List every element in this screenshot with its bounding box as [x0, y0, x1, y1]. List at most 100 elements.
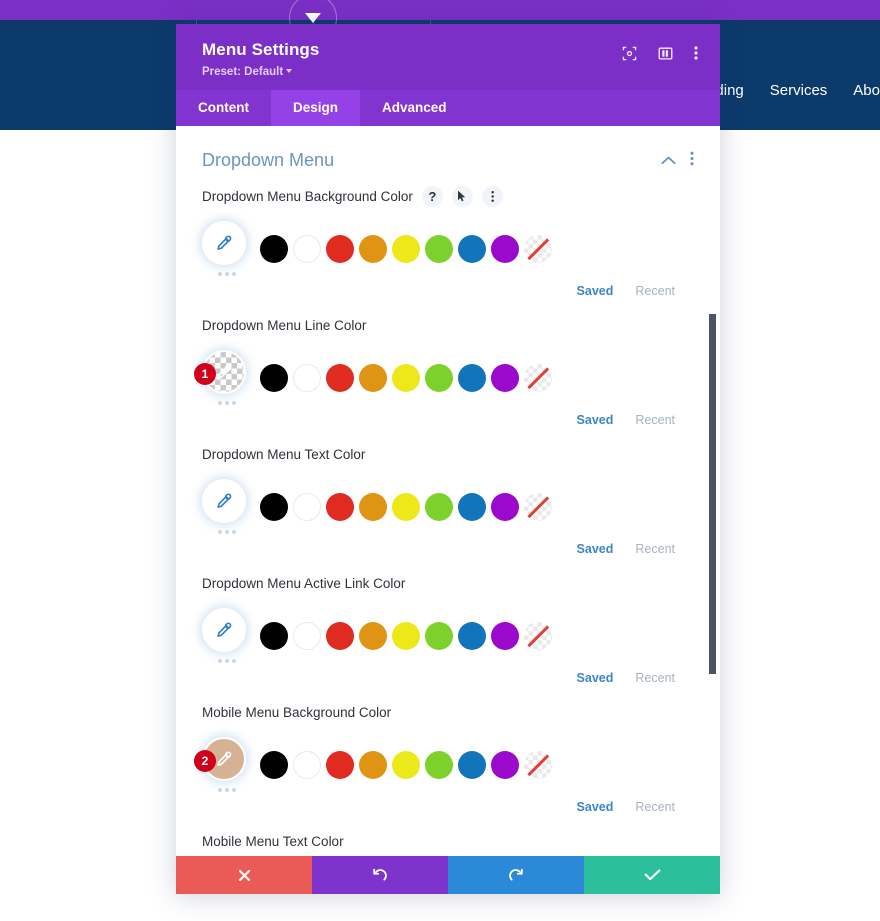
dot [225, 401, 229, 405]
swatch-black[interactable] [260, 621, 288, 650]
swatch-red[interactable] [326, 750, 354, 779]
swatch-orange[interactable] [359, 621, 387, 650]
saved-colors-tab[interactable]: Saved [577, 542, 614, 556]
swatch-row [202, 479, 694, 534]
field-label: Dropdown Menu Active Link Color [202, 575, 406, 591]
save-button[interactable] [584, 856, 720, 894]
check-icon [644, 869, 660, 881]
nav-link-about[interactable]: Abo [853, 82, 880, 99]
eyedropper-button[interactable] [202, 221, 246, 265]
modal-header-actions [622, 45, 698, 66]
swatch-yellow[interactable] [392, 492, 420, 521]
swatch-red[interactable] [326, 363, 354, 392]
swatch-green[interactable] [425, 621, 453, 650]
palette-tabs: Saved Recent [202, 413, 694, 427]
swatch-blue[interactable] [458, 234, 486, 263]
swatch-yellow[interactable] [392, 234, 420, 263]
eyedropper-button[interactable] [202, 608, 246, 652]
help-icon[interactable]: ? [421, 185, 443, 207]
more-vertical-icon[interactable] [481, 185, 503, 207]
preset-selector[interactable]: Preset: Default [202, 66, 319, 78]
dot [218, 401, 222, 405]
more-vertical-icon[interactable] [690, 151, 694, 171]
color-picker-wrap: 1 [194, 350, 258, 405]
panel-layout-icon[interactable] [658, 46, 673, 66]
swatch-red[interactable] [326, 621, 354, 650]
palette-swatches [260, 492, 552, 521]
swatch-blue[interactable] [458, 621, 486, 650]
modal-header-text: Menu Settings Preset: Default [202, 40, 319, 78]
swatch-black[interactable] [260, 363, 288, 392]
swatch-none[interactable] [524, 750, 552, 779]
swatch-white[interactable] [293, 234, 321, 263]
swatch-black[interactable] [260, 234, 288, 263]
field-label: Dropdown Menu Line Color [202, 317, 367, 333]
eyedropper-button[interactable] [202, 479, 246, 523]
chevron-down-icon [286, 69, 293, 73]
tab-design[interactable]: Design [271, 90, 361, 126]
settings-scrollbar[interactable] [709, 314, 716, 674]
picker-more-options[interactable] [196, 530, 258, 534]
recent-colors-tab[interactable]: Recent [635, 542, 675, 556]
swatch-green[interactable] [425, 234, 453, 263]
swatch-blue[interactable] [458, 492, 486, 521]
swatch-orange[interactable] [359, 750, 387, 779]
recent-colors-tab[interactable]: Recent [635, 284, 675, 298]
picker-more-options[interactable] [196, 272, 258, 276]
swatch-yellow[interactable] [392, 750, 420, 779]
nav-link-services[interactable]: Services [770, 82, 828, 99]
swatch-orange[interactable] [359, 234, 387, 263]
recent-colors-tab[interactable]: Recent [635, 671, 675, 685]
swatch-white[interactable] [293, 363, 321, 392]
saved-colors-tab[interactable]: Saved [577, 800, 614, 814]
chevron-up-icon[interactable] [661, 152, 676, 170]
field-label: Mobile Menu Text Color [202, 833, 344, 849]
dot [225, 788, 229, 792]
focus-target-icon[interactable] [622, 46, 637, 66]
swatch-purple[interactable] [491, 234, 519, 263]
swatch-white[interactable] [293, 492, 321, 521]
picker-more-options[interactable] [196, 401, 258, 405]
swatch-white[interactable] [293, 621, 321, 650]
swatch-none[interactable] [524, 234, 552, 263]
swatch-purple[interactable] [491, 363, 519, 392]
swatch-blue[interactable] [458, 363, 486, 392]
swatch-red[interactable] [326, 234, 354, 263]
swatch-purple[interactable] [491, 750, 519, 779]
swatch-yellow[interactable] [392, 363, 420, 392]
swatch-black[interactable] [260, 750, 288, 779]
swatch-black[interactable] [260, 492, 288, 521]
undo-button[interactable] [312, 856, 448, 894]
recent-colors-tab[interactable]: Recent [635, 413, 675, 427]
swatch-green[interactable] [425, 363, 453, 392]
picker-more-options[interactable] [196, 659, 258, 663]
swatch-yellow[interactable] [392, 621, 420, 650]
swatch-white[interactable] [293, 750, 321, 779]
swatch-blue[interactable] [458, 750, 486, 779]
swatch-purple[interactable] [491, 621, 519, 650]
picker-more-options[interactable] [196, 788, 258, 792]
recent-colors-tab[interactable]: Recent [635, 800, 675, 814]
saved-colors-tab[interactable]: Saved [577, 413, 614, 427]
swatch-purple[interactable] [491, 492, 519, 521]
color-field: Dropdown Menu Background Color? Saved Rece… [202, 183, 694, 312]
swatch-orange[interactable] [359, 492, 387, 521]
swatch-none[interactable] [524, 621, 552, 650]
section-dropdown-menu-header[interactable]: Dropdown Menu [202, 126, 694, 183]
saved-colors-tab[interactable]: Saved [577, 284, 614, 298]
more-vertical-icon[interactable] [694, 45, 698, 66]
saved-colors-tab[interactable]: Saved [577, 671, 614, 685]
swatch-green[interactable] [425, 492, 453, 521]
cursor-pointer-icon[interactable] [451, 185, 473, 207]
swatch-red[interactable] [326, 492, 354, 521]
redo-icon [509, 868, 523, 881]
swatch-none[interactable] [524, 492, 552, 521]
tab-content[interactable]: Content [176, 90, 271, 126]
swatch-green[interactable] [425, 750, 453, 779]
cancel-button[interactable] [176, 856, 312, 894]
swatch-none[interactable] [524, 363, 552, 392]
tab-advanced[interactable]: Advanced [360, 90, 469, 126]
swatch-orange[interactable] [359, 363, 387, 392]
dot [232, 401, 236, 405]
redo-button[interactable] [448, 856, 584, 894]
